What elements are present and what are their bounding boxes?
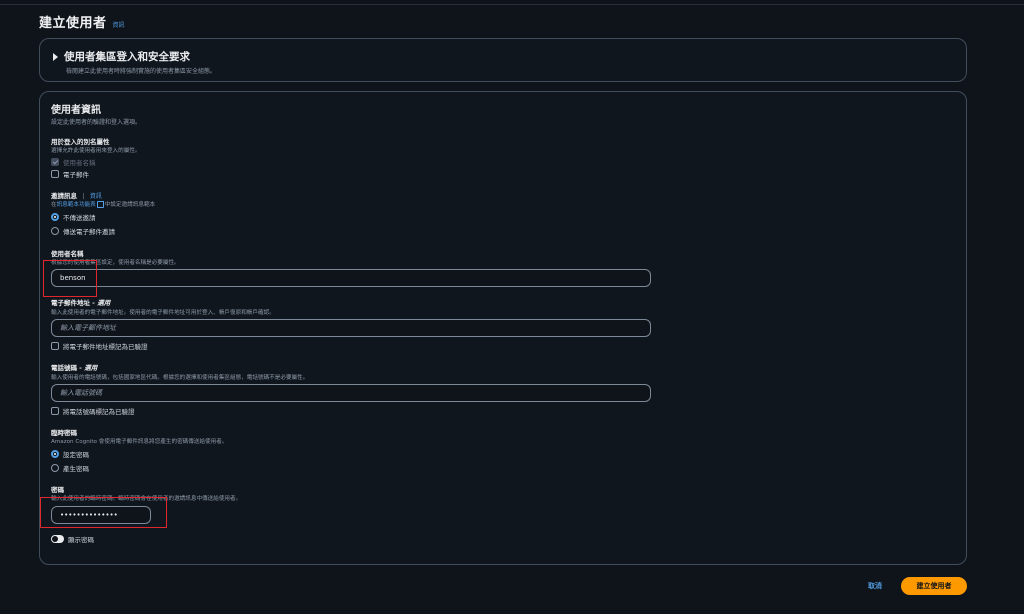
requirements-panel[interactable]: 使用者集區登入和安全要求 檢閱建立此使用者時將強制實施的使用者集區安全組態。 — [39, 38, 967, 82]
invite-none-label: 不傳送邀請 — [63, 214, 96, 222]
invitation-desc: 在訊息範本功能表 中設定邀請訊息範本 — [51, 201, 156, 208]
alias-email-option[interactable]: 電子郵件 — [51, 169, 89, 179]
radio-unselected[interactable] — [51, 227, 59, 235]
phone-input[interactable] — [51, 384, 651, 402]
email-input[interactable] — [51, 319, 651, 337]
radio-selected[interactable] — [51, 450, 59, 458]
requirements-desc: 檢閱建立此使用者時將強制實施的使用者集區安全組態。 — [66, 68, 217, 75]
page-header: 建立使用者 資訊 — [39, 12, 125, 31]
cancel-button[interactable]: 取消 — [860, 578, 890, 594]
username-input[interactable] — [51, 269, 651, 287]
temp-password-label: 臨時密碼 — [51, 429, 77, 437]
alias-username-label: 使用者名稱 — [63, 159, 96, 167]
phone-desc: 輸入使用者的電話號碼，包括國家地區代碼。根據您的選擇和使用者集區組態，電話號碼不… — [51, 375, 309, 381]
header-info-link[interactable]: 資訊 — [113, 20, 125, 29]
invite-none-option[interactable]: 不傳送邀請 — [51, 212, 96, 222]
checkbox-email-verified[interactable] — [51, 342, 59, 350]
message-template-link[interactable]: 訊息範本功能表 — [57, 202, 96, 208]
invite-email-option[interactable]: 傳送電子郵件邀請 — [51, 226, 115, 236]
phone-verified-label: 將電話號碼標記為已驗證 — [63, 408, 135, 416]
external-link-icon — [96, 201, 104, 208]
generate-password-option[interactable]: 產生密碼 — [51, 463, 89, 473]
password-label: 密碼 — [51, 486, 64, 494]
alias-desc: 選擇允許此使用者用來登入的屬性。 — [51, 148, 141, 154]
checkbox-disabled-checked — [51, 158, 59, 166]
invitation-info-link[interactable]: 資訊 — [90, 193, 102, 200]
create-user-button[interactable]: 建立使用者 — [901, 577, 967, 595]
alias-username-option: 使用者名稱 — [51, 157, 96, 167]
user-info-title: 使用者資訊 — [51, 105, 101, 116]
caret-right-icon — [53, 52, 58, 61]
checkbox-alias-email[interactable] — [51, 170, 59, 178]
requirements-toggle[interactable]: 使用者集區登入和安全要求 — [53, 49, 190, 64]
email-verified-label: 將電子郵件地址標記為已驗證 — [63, 343, 148, 351]
requirements-title: 使用者集區登入和安全要求 — [64, 51, 190, 63]
show-password-label: 顯示密碼 — [68, 536, 94, 544]
email-desc: 輸入此使用者的電子郵件地址。使用者的電子郵件地址可用於登入、帳戶復原和帳戶確認。 — [51, 310, 275, 316]
checkbox-phone-verified[interactable] — [51, 407, 59, 415]
set-password-option[interactable]: 設定密碼 — [51, 449, 89, 459]
radio-selected[interactable] — [51, 213, 59, 221]
phone-verified-option[interactable]: 將電話號碼標記為已驗證 — [51, 406, 135, 416]
email-verified-option[interactable]: 將電子郵件地址標記為已驗證 — [51, 341, 148, 351]
generate-password-label: 產生密碼 — [63, 465, 89, 473]
alias-label: 用於登入的別名屬性 — [51, 138, 110, 146]
temp-password-desc: Amazon Cognito 會使用電子郵件訊息將您產生的密碼傳送給使用者。 — [51, 439, 228, 445]
alias-email-label: 電子郵件 — [63, 171, 89, 179]
page-title: 建立使用者 — [39, 16, 107, 31]
highlight-box-password — [40, 497, 167, 528]
email-label: 電子郵件地址 - 選用 — [51, 299, 111, 307]
invitation-label: 邀請訊息 | 資訊 — [51, 192, 102, 200]
user-info-desc: 設定此使用者的驗證和登入選項。 — [51, 119, 142, 126]
user-info-panel: 使用者資訊 設定此使用者的驗證和登入選項。 用於登入的別名屬性 選擇允許此使用者… — [39, 91, 967, 565]
radio-unselected[interactable] — [51, 464, 59, 472]
show-password-toggle[interactable]: 顯示密碼 — [51, 534, 94, 544]
phone-label: 電話號碼 - 選用 — [51, 364, 98, 372]
set-password-label: 設定密碼 — [63, 451, 89, 459]
top-divider — [0, 4, 1024, 5]
invite-email-label: 傳送電子郵件邀請 — [63, 228, 115, 236]
highlight-box-username — [43, 260, 97, 297]
username-label: 使用者名稱 — [51, 250, 84, 258]
toggle-switch[interactable] — [51, 535, 64, 543]
